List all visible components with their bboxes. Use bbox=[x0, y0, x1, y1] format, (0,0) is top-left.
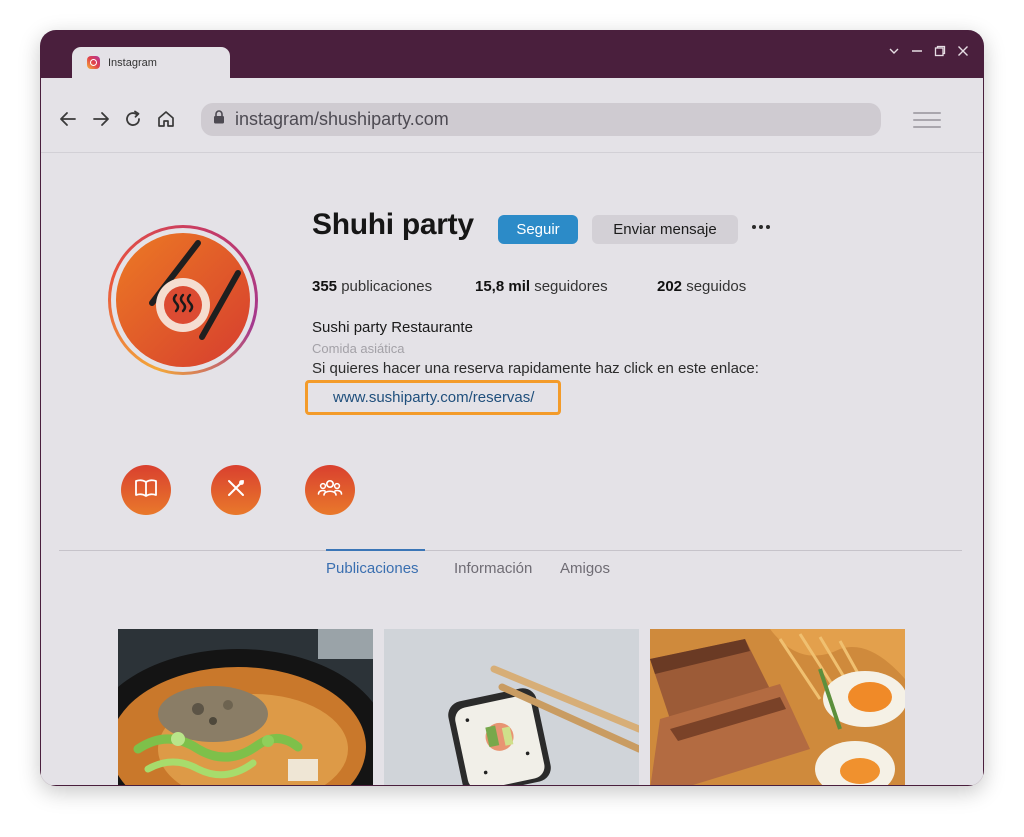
close-icon[interactable] bbox=[955, 43, 970, 58]
stat-following[interactable]: 202 seguidos bbox=[657, 278, 746, 295]
highlight-restaurant[interactable] bbox=[211, 465, 261, 515]
profile-username: Shuhi party bbox=[312, 208, 474, 241]
restore-icon[interactable] bbox=[932, 43, 947, 58]
group-icon bbox=[317, 477, 343, 504]
tab-title: Instagram bbox=[108, 56, 157, 69]
reload-icon[interactable] bbox=[121, 107, 145, 131]
highlight-community[interactable] bbox=[305, 465, 355, 515]
tabs-divider bbox=[59, 550, 962, 551]
following-label: seguidos bbox=[686, 278, 747, 295]
browser-tab-instagram[interactable]: Instagram bbox=[72, 47, 230, 78]
reservation-link[interactable]: www.sushiparty.com/reservas/ bbox=[305, 380, 561, 415]
arrow-right-icon[interactable] bbox=[89, 107, 113, 131]
title-bar: Instagram bbox=[40, 30, 984, 78]
book-icon bbox=[133, 477, 159, 504]
stat-posts[interactable]: 355 publicaciones bbox=[312, 278, 432, 295]
posts-count: 355 bbox=[312, 278, 338, 295]
url-text: instagram/shushiparty.com bbox=[235, 109, 449, 129]
browser-viewport: instagram/shushiparty.com Shuhi party Se… bbox=[41, 78, 983, 785]
hamburger-menu-icon[interactable] bbox=[913, 112, 941, 128]
bio-name: Sushi party Restaurante bbox=[312, 319, 473, 336]
instagram-icon bbox=[87, 56, 100, 69]
minimize-icon[interactable] bbox=[909, 43, 924, 58]
highlight-menu[interactable] bbox=[121, 465, 171, 515]
sushi-logo-icon bbox=[116, 233, 250, 367]
browser-toolbar: instagram/shushiparty.com bbox=[41, 78, 983, 153]
lock-icon bbox=[213, 110, 225, 129]
stat-followers[interactable]: 15,8 mil seguidores bbox=[475, 278, 608, 295]
bio-text: Si quieres hacer una reserva rapidamente… bbox=[312, 360, 759, 377]
posts-label: publicaciones bbox=[341, 278, 433, 295]
post-thumbnail-pork[interactable] bbox=[650, 629, 905, 785]
followers-count: 15,8 mil bbox=[475, 278, 531, 295]
profile-avatar[interactable] bbox=[108, 225, 258, 375]
address-bar[interactable]: instagram/shushiparty.com bbox=[201, 103, 881, 136]
window-controls bbox=[886, 43, 970, 58]
bio-category: Comida asiática bbox=[312, 341, 405, 356]
home-icon[interactable] bbox=[154, 107, 178, 131]
arrow-left-icon[interactable] bbox=[56, 107, 80, 131]
post-thumbnail-sushi[interactable] bbox=[384, 629, 639, 785]
send-message-button[interactable]: Enviar mensaje bbox=[592, 215, 738, 244]
post-thumbnail-ramen[interactable] bbox=[118, 629, 373, 785]
following-count: 202 bbox=[657, 278, 683, 295]
tab-publicaciones[interactable]: Publicaciones bbox=[326, 560, 419, 577]
browser-window: Instagram instagram/shushiparty.com Shuh… bbox=[40, 30, 984, 786]
follow-button[interactable]: Seguir bbox=[498, 215, 578, 244]
tab-informacion[interactable]: Información bbox=[454, 560, 532, 577]
tab-amigos[interactable]: Amigos bbox=[560, 560, 610, 577]
active-tab-indicator bbox=[326, 549, 425, 551]
chevron-down-icon[interactable] bbox=[886, 43, 901, 58]
utensils-icon bbox=[224, 476, 248, 505]
more-options-icon[interactable] bbox=[752, 225, 770, 229]
followers-label: seguidores bbox=[534, 278, 608, 295]
